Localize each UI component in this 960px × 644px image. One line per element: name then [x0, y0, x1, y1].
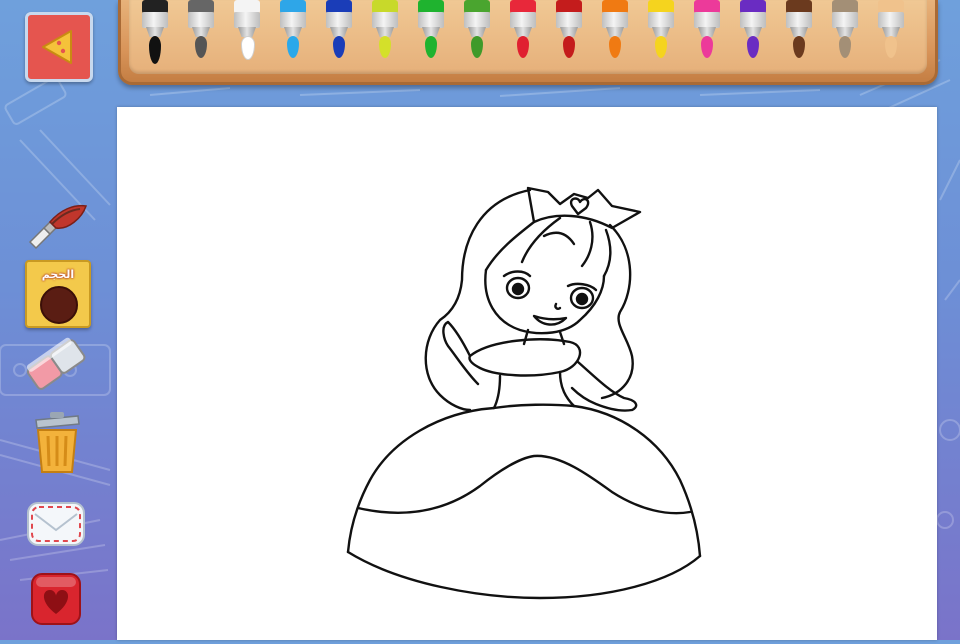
brush-tool[interactable] [24, 198, 90, 250]
marker-body [556, 12, 582, 28]
brush-size-dot-icon [40, 286, 78, 324]
ink-drop-icon [333, 36, 345, 58]
marker-body [832, 12, 858, 28]
favorite-button[interactable] [30, 572, 82, 626]
marker-green[interactable] [414, 0, 448, 80]
envelope-icon [27, 502, 85, 546]
ink-drop-icon [701, 36, 713, 58]
marker-yellow-green[interactable] [368, 0, 402, 80]
marker-peach[interactable] [874, 0, 908, 80]
share-envelope-button[interactable] [25, 500, 87, 550]
drawing-canvas[interactable] [117, 107, 937, 640]
marker-body [602, 12, 628, 28]
size-label: الحجم [41, 268, 75, 281]
marker-brown[interactable] [782, 0, 816, 80]
marker-body [188, 12, 214, 28]
marker-red[interactable] [506, 0, 540, 80]
back-arrow-icon [42, 30, 72, 64]
heart-icon [31, 573, 81, 625]
marker-light-blue[interactable] [276, 0, 310, 80]
ink-drop-icon [793, 36, 805, 58]
marker-body [740, 12, 766, 28]
marker-yellow[interactable] [644, 0, 678, 80]
ink-drop-icon [609, 36, 621, 58]
ink-drop-icon [471, 36, 483, 58]
marker-body [878, 12, 904, 28]
marker-body [694, 12, 720, 28]
back-button[interactable] [25, 12, 93, 82]
marker-body [326, 12, 352, 28]
marker-purple[interactable] [736, 0, 770, 80]
ink-drop-icon [885, 36, 897, 58]
ink-drop-icon [655, 36, 667, 58]
brush-size-button[interactable]: الحجم [25, 260, 91, 328]
marker-black[interactable] [138, 0, 172, 80]
marker-tan[interactable] [828, 0, 862, 80]
ink-drop-icon [839, 36, 851, 58]
marker-dark-green[interactable] [460, 0, 494, 80]
ink-drop-icon [287, 36, 299, 58]
marker-dark-blue[interactable] [322, 0, 356, 80]
ink-drop-icon [747, 36, 759, 58]
marker-white[interactable] [230, 0, 264, 80]
paintbrush-icon [28, 204, 87, 250]
eraser-icon [26, 337, 86, 390]
princess-outline-drawing [346, 186, 702, 600]
ink-drop-icon [563, 36, 575, 58]
trash-can-icon [35, 412, 80, 473]
marker-body [648, 12, 674, 28]
marker-body [464, 12, 490, 28]
marker-pink[interactable] [690, 0, 724, 80]
ink-drop-icon [241, 36, 255, 60]
marker-orange[interactable] [598, 0, 632, 80]
marker-body [142, 12, 168, 28]
marker-body [372, 12, 398, 28]
ink-drop-icon [149, 36, 161, 64]
trash-tool[interactable] [30, 410, 84, 476]
marker-dark-red[interactable] [552, 0, 586, 80]
marker-body [418, 12, 444, 28]
ink-drop-icon [425, 36, 437, 58]
marker-body [510, 12, 536, 28]
ink-drop-icon [379, 36, 391, 58]
ink-drop-icon [195, 36, 207, 58]
marker-gray[interactable] [184, 0, 218, 80]
marker-body [234, 12, 260, 28]
eraser-tool[interactable] [22, 334, 92, 394]
marker-body [280, 12, 306, 28]
marker-body [786, 12, 812, 28]
ink-drop-icon [517, 36, 529, 58]
